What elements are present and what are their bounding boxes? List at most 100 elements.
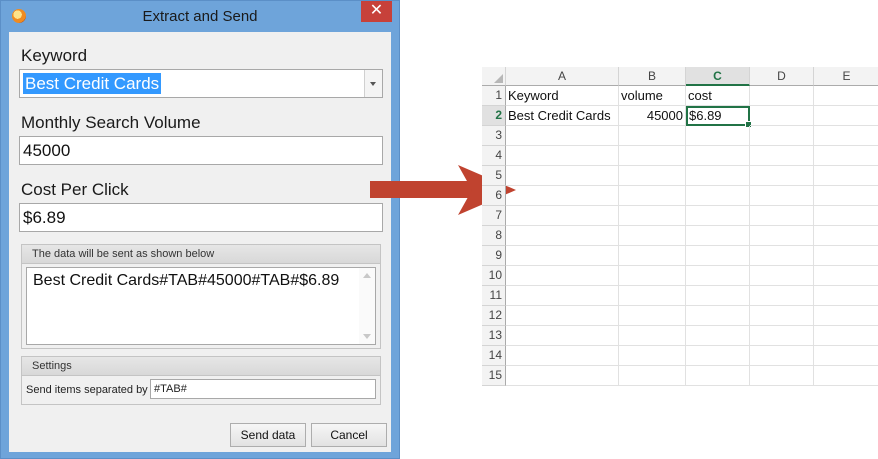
cell-b14[interactable] <box>619 346 686 366</box>
separator-input[interactable]: #TAB# <box>150 379 376 399</box>
row-header-12[interactable]: 12 <box>482 306 506 326</box>
cell-a7[interactable] <box>506 206 619 226</box>
cell-c11[interactable] <box>686 286 750 306</box>
cell-a2[interactable]: Best Credit Cards <box>506 106 619 126</box>
cell-c3[interactable] <box>686 126 750 146</box>
row-header-8[interactable]: 8 <box>482 226 506 246</box>
cell-e2[interactable] <box>814 106 878 126</box>
cell-b15[interactable] <box>619 366 686 386</box>
cell-d15[interactable] <box>750 366 814 386</box>
cell-d4[interactable] <box>750 146 814 166</box>
column-header-c[interactable]: C <box>686 67 750 86</box>
cell-d1[interactable] <box>750 86 814 106</box>
cell-a11[interactable] <box>506 286 619 306</box>
row-header-11[interactable]: 11 <box>482 286 506 306</box>
cell-a12[interactable] <box>506 306 619 326</box>
cell-c9[interactable] <box>686 246 750 266</box>
row-header-14[interactable]: 14 <box>482 346 506 366</box>
scroll-down-icon[interactable] <box>363 334 371 339</box>
chevron-down-icon[interactable] <box>364 70 382 97</box>
cell-e9[interactable] <box>814 246 878 266</box>
row-header-4[interactable]: 4 <box>482 146 506 166</box>
cell-a15[interactable] <box>506 366 619 386</box>
cell-b4[interactable] <box>619 146 686 166</box>
row-header-10[interactable]: 10 <box>482 266 506 286</box>
cell-d5[interactable] <box>750 166 814 186</box>
cell-b12[interactable] <box>619 306 686 326</box>
scroll-up-icon[interactable] <box>363 273 371 278</box>
cell-e11[interactable] <box>814 286 878 306</box>
cell-d2[interactable] <box>750 106 814 126</box>
select-all-corner[interactable] <box>482 67 506 86</box>
cell-b1[interactable]: volume <box>619 86 686 106</box>
row-header-5[interactable]: 5 <box>482 166 506 186</box>
cell-d13[interactable] <box>750 326 814 346</box>
cell-d9[interactable] <box>750 246 814 266</box>
cell-b13[interactable] <box>619 326 686 346</box>
preview-scrollbar[interactable] <box>359 268 375 344</box>
column-header-a[interactable]: A <box>506 67 619 86</box>
cell-e7[interactable] <box>814 206 878 226</box>
cell-b11[interactable] <box>619 286 686 306</box>
cell-e12[interactable] <box>814 306 878 326</box>
close-button[interactable]: ✕ <box>361 1 392 22</box>
row-header-3[interactable]: 3 <box>482 126 506 146</box>
cell-b8[interactable] <box>619 226 686 246</box>
column-header-b[interactable]: B <box>619 67 686 86</box>
cell-e15[interactable] <box>814 366 878 386</box>
row-header-1[interactable]: 1 <box>482 86 506 106</box>
cell-c10[interactable] <box>686 266 750 286</box>
cell-d11[interactable] <box>750 286 814 306</box>
cell-c5[interactable] <box>686 166 750 186</box>
row-header-7[interactable]: 7 <box>482 206 506 226</box>
cell-c2[interactable]: $6.89 <box>686 106 752 128</box>
keyword-combobox[interactable]: Best Credit Cards <box>19 69 383 98</box>
cell-d3[interactable] <box>750 126 814 146</box>
cell-e5[interactable] <box>814 166 878 186</box>
cell-c8[interactable] <box>686 226 750 246</box>
cell-a8[interactable] <box>506 226 619 246</box>
cell-d10[interactable] <box>750 266 814 286</box>
cell-e1[interactable] <box>814 86 878 106</box>
cell-a5[interactable] <box>506 166 619 186</box>
cell-e3[interactable] <box>814 126 878 146</box>
cell-b6[interactable] <box>619 186 686 206</box>
cell-d14[interactable] <box>750 346 814 366</box>
title-bar[interactable]: Extract and Send ✕ <box>1 1 399 32</box>
cell-d6[interactable] <box>750 186 814 206</box>
cell-a10[interactable] <box>506 266 619 286</box>
cell-c12[interactable] <box>686 306 750 326</box>
column-header-e[interactable]: E <box>814 67 878 86</box>
cell-c6[interactable] <box>686 186 750 206</box>
cell-a14[interactable] <box>506 346 619 366</box>
cpc-field[interactable]: $6.89 <box>19 203 383 232</box>
row-header-2[interactable]: 2 <box>482 106 506 126</box>
cell-e8[interactable] <box>814 226 878 246</box>
cell-a9[interactable] <box>506 246 619 266</box>
cell-c1[interactable]: cost <box>686 86 750 106</box>
row-header-15[interactable]: 15 <box>482 366 506 386</box>
cell-b3[interactable] <box>619 126 686 146</box>
cell-b2[interactable]: 45000 <box>619 106 686 126</box>
cell-a4[interactable] <box>506 146 619 166</box>
cell-c14[interactable] <box>686 346 750 366</box>
cell-a6[interactable] <box>506 186 619 206</box>
cell-b7[interactable] <box>619 206 686 226</box>
cell-e14[interactable] <box>814 346 878 366</box>
cell-d8[interactable] <box>750 226 814 246</box>
cell-d12[interactable] <box>750 306 814 326</box>
cell-e10[interactable] <box>814 266 878 286</box>
cell-b9[interactable] <box>619 246 686 266</box>
cell-c4[interactable] <box>686 146 750 166</box>
cell-e6[interactable] <box>814 186 878 206</box>
cell-e4[interactable] <box>814 146 878 166</box>
row-header-13[interactable]: 13 <box>482 326 506 346</box>
cell-b10[interactable] <box>619 266 686 286</box>
cell-c15[interactable] <box>686 366 750 386</box>
preview-textarea[interactable]: Best Credit Cards#TAB#45000#TAB#$6.89 <box>26 267 376 345</box>
cell-a1[interactable]: Keyword <box>506 86 619 106</box>
column-header-d[interactable]: D <box>750 67 814 86</box>
send-data-button[interactable]: Send data <box>230 423 306 447</box>
cell-e13[interactable] <box>814 326 878 346</box>
cell-a3[interactable] <box>506 126 619 146</box>
